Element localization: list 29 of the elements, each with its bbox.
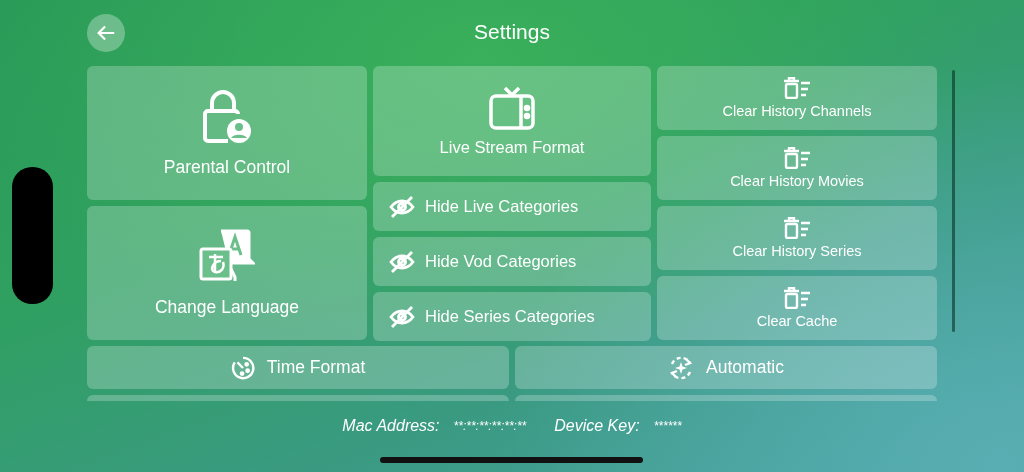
settings-tile[interactable]: Clear Cache	[657, 276, 937, 340]
info-value: ******	[653, 419, 682, 433]
settings-tile[interactable]: Hide Vod Categories	[373, 237, 651, 286]
info-label: Mac Address:	[342, 417, 440, 435]
page-title: Settings	[474, 20, 550, 44]
info-label: Device Key:	[554, 417, 640, 435]
info-value: **:**:**:**:**:**	[453, 419, 527, 433]
tv-icon	[489, 85, 535, 130]
eye-slash-icon	[389, 305, 415, 328]
auto-refresh-icon	[668, 354, 695, 381]
settings-tile[interactable]: Clear History Channels	[657, 66, 937, 130]
eye-slash-icon	[389, 250, 415, 273]
back-button[interactable]	[87, 14, 125, 52]
settings-tile[interactable]: Time Format	[87, 346, 509, 389]
settings-tile[interactable]: Live Stream Format	[373, 66, 651, 176]
settings-tile[interactable]: Parental Control	[87, 66, 367, 200]
settings-tile[interactable]: Change Language	[87, 206, 367, 340]
lock-person-icon	[202, 88, 252, 145]
settings-tile[interactable]: Hide Live Categories	[373, 182, 651, 231]
settings-tile[interactable]: Hide Series Categories	[373, 292, 651, 341]
trash-list-icon	[783, 147, 811, 169]
timer-icon	[230, 355, 255, 380]
settings-tile[interactable]: Clear History Series	[657, 206, 937, 270]
trash-list-icon	[783, 77, 811, 99]
settings-tile[interactable]: Automatic	[515, 346, 937, 389]
trash-list-icon	[783, 217, 811, 239]
eye-slash-icon	[389, 195, 415, 218]
trash-list-icon	[783, 287, 811, 309]
settings-tile[interactable]: Clear History Movies	[657, 136, 937, 200]
